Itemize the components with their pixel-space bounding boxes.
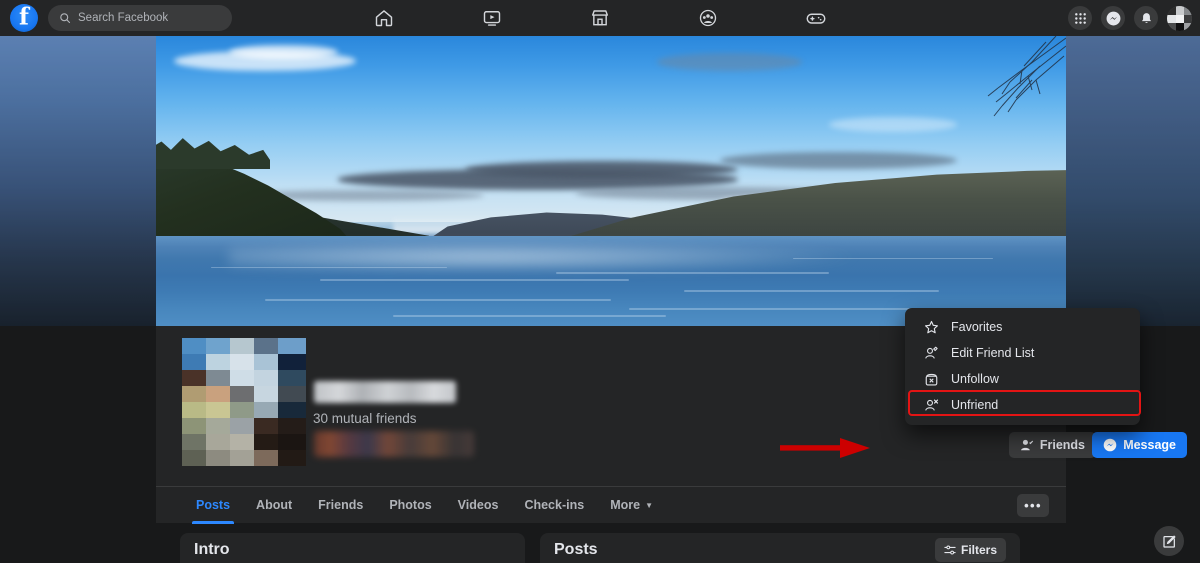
tab-friends[interactable]: Friends [306,487,375,524]
video-icon[interactable] [471,4,513,32]
cover-tree-branches [987,36,1066,117]
tab-more[interactable]: More ▼ [598,487,665,524]
menu-item-edit-friend-list-label: Edit Friend List [951,346,1035,360]
tab-checkins[interactable]: Check-ins [512,487,596,524]
filters-button[interactable]: Filters [934,538,1006,562]
intro-card-title: Intro [194,541,230,558]
messenger-icon[interactable] [1101,6,1125,30]
filters-icon [944,545,956,555]
tab-posts[interactable]: Posts [184,487,242,524]
message-button[interactable]: Message [1092,432,1187,458]
intro-card: Intro [180,533,525,563]
profile-more-options-button[interactable]: ••• [1017,494,1049,517]
menu-item-unfriend-label: Unfriend [951,398,999,412]
friends-button[interactable]: Friends [1008,432,1096,458]
friends-check-icon [1020,439,1033,451]
tab-about[interactable]: About [244,487,304,524]
menu-item-unfriend[interactable]: Unfriend [909,392,1136,418]
chevron-down-icon: ▼ [645,500,653,510]
star-icon [923,320,940,335]
tab-photos-label: Photos [389,498,432,512]
search-input[interactable]: Search Facebook [48,5,232,31]
home-icon[interactable] [363,4,405,32]
posts-card: Posts Filters [540,533,1020,563]
facebook-logo[interactable] [10,4,38,32]
cover-backdrop-left [0,36,156,326]
profile-more-options-label: ••• [1024,497,1042,513]
feed-row: Intro Posts Filters [180,533,1020,563]
friend-avatars-redacted [314,431,474,457]
menu-grid-icon[interactable] [1068,6,1092,30]
top-navigation-bar: Search Facebook [0,0,1200,36]
compose-icon[interactable] [1154,526,1184,556]
tab-about-label: About [256,498,293,512]
facebook-profile-page: Search Facebook [0,0,1200,563]
tab-photos[interactable]: Photos [377,487,443,524]
tab-videos-label: Videos [457,498,499,512]
search-icon [60,13,71,24]
profile-tab-bar: Posts About Friends Photos Videos Check-… [156,486,1066,524]
cover-photo[interactable] [156,36,1066,326]
message-button-label: Message [1123,438,1176,452]
cover-backdrop-right [1066,36,1200,326]
tab-checkins-label: Check-ins [524,498,585,512]
mutual-friends-count[interactable]: 30 mutual friends [313,411,417,426]
groups-icon[interactable] [687,4,729,32]
profile-picture[interactable] [182,338,306,466]
notifications-icon[interactable] [1134,6,1158,30]
profile-name-redacted [314,381,456,403]
marketplace-icon[interactable] [579,4,621,32]
search-placeholder: Search Facebook [78,12,169,24]
unfollow-icon [923,372,940,387]
menu-item-favorites[interactable]: Favorites [909,314,1136,340]
nav-right-group [1068,0,1192,36]
person-edit-icon [923,346,940,361]
filters-button-label: Filters [960,543,997,557]
red-arrow-annotation [780,438,870,458]
friends-button-label: Friends [1039,438,1085,452]
gaming-icon[interactable] [795,4,837,32]
friend-options-menu: Favorites Edit Friend List Unfollow Unfr… [905,308,1140,425]
messenger-glyph-icon [1103,438,1117,452]
menu-item-unfollow[interactable]: Unfollow [909,366,1136,392]
page-bg-left [0,326,156,563]
tab-friends-label: Friends [318,498,364,512]
tab-more-label: More [610,498,641,512]
menu-item-edit-friend-list[interactable]: Edit Friend List [909,340,1136,366]
posts-card-title: Posts [554,541,598,558]
menu-item-unfollow-label: Unfollow [951,372,999,386]
person-remove-icon [923,398,940,413]
menu-item-favorites-label: Favorites [951,320,1003,334]
tab-posts-label: Posts [196,498,231,512]
tab-videos[interactable]: Videos [446,487,511,524]
account-avatar[interactable] [1167,5,1192,31]
